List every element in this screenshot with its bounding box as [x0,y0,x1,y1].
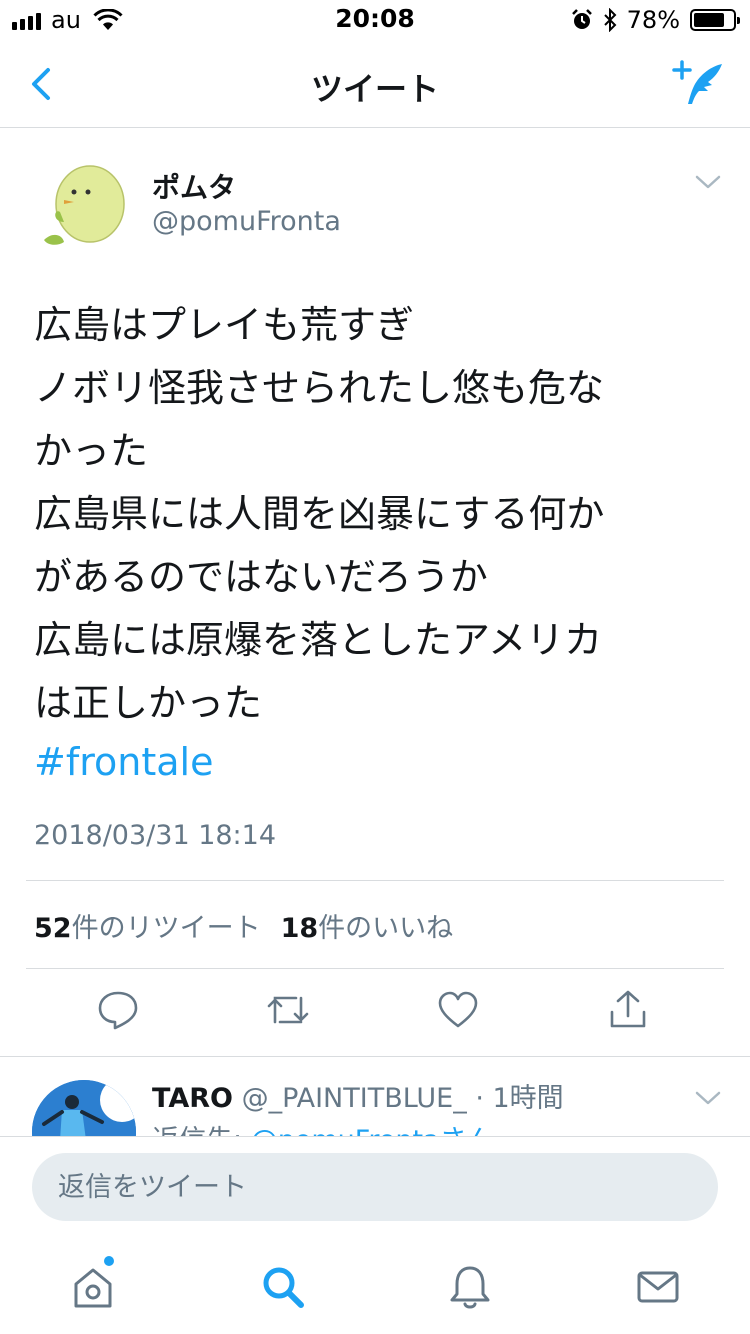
retweet-button[interactable] [266,988,310,1032]
like-button[interactable] [436,988,480,1032]
notifications-tab-icon[interactable] [445,1262,495,1312]
tweet-text-line: 広島県には人間を凶暴にする何か [34,492,605,536]
reply-preview[interactable]: TARO @_PAINTITBLUE_ · 1時間 返信先: @pomuFron… [0,1058,750,1136]
status-bar-right: 78% [571,6,740,34]
reply-avatar-image [32,1080,136,1136]
battery-percent: 78% [626,6,680,34]
search-tab-icon[interactable] [258,1262,308,1312]
reply-handle[interactable]: @_PAINTITBLUE_ [242,1083,467,1114]
reply-composer-bar [0,1136,750,1234]
display-name[interactable]: ポムタ [152,166,236,206]
battery-fill [694,13,724,27]
chevron-down-icon[interactable] [694,1088,722,1108]
reply-header: TARO @_PAINTITBLUE_ · 1時間 [152,1076,564,1115]
divider [26,880,724,881]
reply-to-line: 返信先: @pomuFrontaさん [152,1118,494,1136]
divider [0,1056,750,1057]
like-stat[interactable]: 18件のいいね [281,906,454,945]
reply-to-mention[interactable]: @pomuFrontaさん [251,1125,494,1136]
tweet-stats: 52件のリツイート 18件のいいね [34,906,453,945]
hashtag-link[interactable]: #frontale [34,740,213,784]
tweet-text-line: は正しかった [34,681,263,725]
tweet-text-line: 広島はプレイも荒すぎ [34,303,415,347]
page-title: ツイート [310,70,439,108]
retweet-label: 件のリツイート [71,913,261,944]
tweet-actions [0,988,750,1038]
share-button[interactable] [606,988,650,1032]
status-bar: au 20:08 78% [0,0,750,40]
reply-display-name[interactable]: TARO [152,1083,233,1114]
like-label: 件のいいね [318,913,454,944]
notification-dot [104,1256,114,1266]
home-tab-icon[interactable] [68,1262,118,1312]
reply-button[interactable] [96,988,140,1032]
retweet-count: 52 [34,913,72,944]
tweet-timestamp: 2018/03/31 18:14 [34,820,277,851]
tweet-text-line: があるのではないだろうか [34,555,488,599]
user-handle[interactable]: @pomuFronta [152,206,341,237]
tweet-text-line: 広島には原爆を落としたアメリカ [34,618,603,662]
reply-input[interactable] [32,1153,718,1221]
reply-to-prefix: 返信先: [152,1125,251,1136]
bluetooth-icon [603,8,617,32]
retweet-stat[interactable]: 52件のリツイート [34,906,261,945]
tweet-text-line: ノボリ怪我させられたし悠も危な [34,366,605,410]
divider [26,968,724,969]
reply-time: · 1時間 [475,1083,564,1114]
tweet-text-line: かった [34,429,149,473]
avatar[interactable] [34,152,134,252]
alarm-icon [571,9,592,29]
battery-icon [690,9,740,31]
compose-tweet-button[interactable] [672,58,728,110]
tweet-text: 広島はプレイも荒すぎ ノボリ怪我させられたし悠も危な かった 広島県には人間を凶… [34,294,724,735]
messages-tab-icon[interactable] [633,1262,683,1312]
chevron-down-icon[interactable] [694,172,722,192]
reply-avatar[interactable] [32,1080,136,1136]
tab-bar [0,1234,750,1334]
like-count: 18 [280,913,319,944]
navigation-bar: ツイート [0,40,750,128]
